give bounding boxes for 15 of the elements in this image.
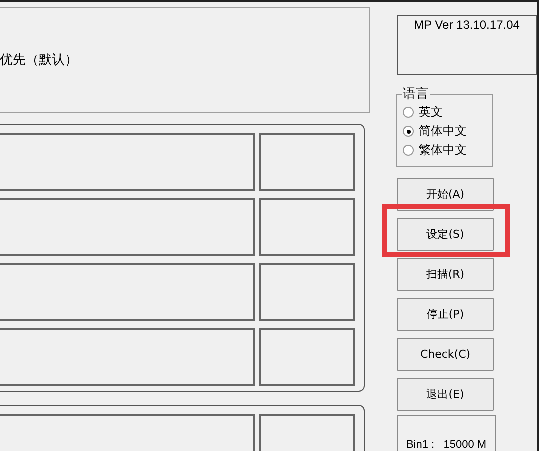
action-button[interactable]: Check(C) bbox=[397, 338, 494, 371]
action-button[interactable]: 扫描(R) bbox=[397, 258, 494, 291]
radio-icon[interactable] bbox=[403, 126, 414, 137]
group-title: 语言 bbox=[402, 86, 430, 103]
action-button[interactable]: 停止(P) bbox=[397, 298, 494, 331]
version-label: MP Ver 13.10.17.04 bbox=[414, 18, 520, 32]
action-button[interactable]: 退出(E) bbox=[397, 378, 494, 411]
action-button[interactable]: 设定(S) bbox=[397, 218, 494, 251]
radio-icon[interactable] bbox=[403, 145, 414, 156]
option-label: 优先（默认） bbox=[0, 52, 78, 69]
radio-option[interactable]: 简体中文 bbox=[403, 122, 492, 141]
radio-icon[interactable] bbox=[403, 107, 414, 118]
radio-option[interactable]: 繁体中文 bbox=[403, 141, 492, 160]
radio-option[interactable]: 英文 bbox=[403, 103, 492, 122]
bin-label: Bin1 : 15000 M bbox=[406, 439, 487, 451]
